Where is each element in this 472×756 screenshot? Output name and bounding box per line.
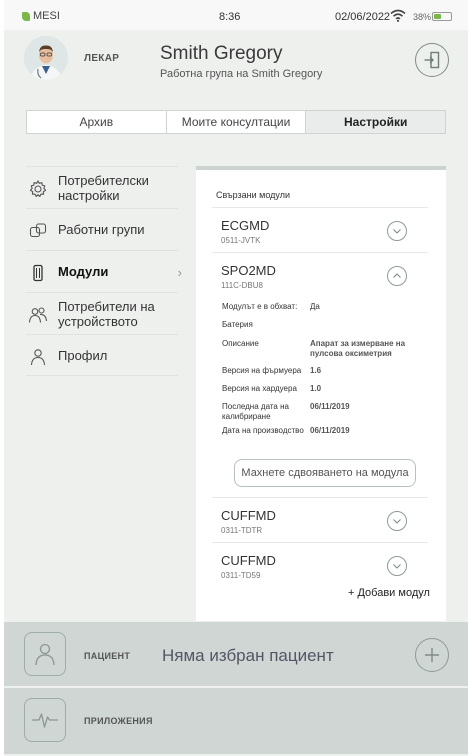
- menu-label-modules: Модули: [58, 264, 109, 279]
- module-name: CUFFMD: [221, 508, 276, 523]
- chevron-down-icon: [393, 229, 401, 234]
- module-id: 0311-TDTR: [221, 526, 263, 535]
- detail-key: Последна дата на калибриране: [222, 402, 289, 421]
- detail-value: 1.6: [310, 366, 322, 375]
- profile-icon: [30, 349, 46, 366]
- module-row[interactable]: CUFFMD 0311-TD59: [212, 542, 428, 578]
- menu-label-device-users: Потребители на устройството: [58, 298, 155, 329]
- add-patient-button[interactable]: [415, 638, 449, 672]
- patient-icon: [35, 643, 55, 666]
- module-name: SPO2MD: [221, 263, 276, 278]
- collapse-toggle-button[interactable]: [387, 266, 407, 286]
- detail-value: 06/11/2019: [310, 402, 350, 411]
- menu-item-work-groups[interactable]: Работни групи: [26, 208, 178, 250]
- logout-door-icon: [424, 51, 440, 69]
- detail-key: Описание: [222, 339, 259, 348]
- settings-menu: Потребителски настройки Работни групи Мо…: [26, 166, 182, 376]
- patient-label: ПАЦИЕНТ: [84, 651, 131, 661]
- avatar[interactable]: [24, 36, 68, 80]
- user-name: Smith Gregory: [160, 43, 283, 64]
- menu-item-profile[interactable]: Профил: [26, 334, 178, 376]
- menu-item-modules[interactable]: Модули ›: [26, 250, 182, 292]
- module-row[interactable]: ECGMD 0511-JVTK: [212, 207, 428, 251]
- status-time: 8:36: [219, 11, 241, 23]
- chevron-up-icon: [393, 273, 401, 278]
- module-icon: [33, 264, 43, 282]
- patient-avatar-button[interactable]: [24, 632, 66, 676]
- module-name: ECGMD: [221, 218, 270, 233]
- user-group: Работна група на Smith Gregory: [160, 68, 323, 80]
- detail-key: Дата на производство: [222, 426, 304, 435]
- module-name: CUFFMD: [221, 553, 276, 568]
- detail-value: 06/11/2019: [310, 426, 350, 435]
- module-id: 0311-TD59: [221, 571, 261, 578]
- chevron-down-icon: [393, 564, 401, 569]
- detail-value: Апарат за измерване на пулсова оксиметри…: [310, 339, 406, 358]
- brand: MESI: [22, 10, 60, 22]
- detail-key: Модулът е в обхват:: [222, 302, 298, 311]
- users-icon: [28, 307, 48, 323]
- doctor-avatar-icon: [24, 36, 68, 80]
- groups-icon: [29, 223, 47, 238]
- module-id: 111C-DBU8: [221, 281, 263, 290]
- main-tabs: Архив Моите консултации Настройки: [26, 110, 446, 134]
- no-patient-text: Няма избран пациент: [162, 646, 334, 665]
- tab-settings[interactable]: Настройки: [306, 111, 446, 133]
- battery-percent: 38%: [413, 12, 432, 22]
- status-date: 02/06/2022: [335, 11, 391, 23]
- chevron-down-icon: [393, 519, 401, 524]
- detail-key: Версия на хардуера: [222, 384, 297, 393]
- apps-label: ПРИЛОЖЕНИЯ: [84, 716, 153, 726]
- ecg-pulse-icon: [32, 713, 58, 728]
- menu-item-device-users[interactable]: Потребители на устройството: [26, 292, 178, 334]
- unpair-module-button[interactable]: Махнете сдвояването на модула: [234, 459, 416, 487]
- module-id: 0511-JVTK: [221, 236, 261, 245]
- menu-item-user-settings[interactable]: Потребителски настройки: [26, 166, 178, 208]
- expand-toggle-button[interactable]: [387, 511, 407, 531]
- panel-title: Свързани модули: [216, 190, 290, 200]
- menu-label-profile: Профил: [58, 347, 108, 363]
- detail-key: Батерия: [222, 320, 253, 329]
- plus-icon: [425, 648, 439, 662]
- detail-key: Версия на фърмуера: [222, 366, 302, 375]
- tab-archive[interactable]: Архив: [27, 111, 167, 133]
- app-frame: MESI 8:36 02/06/2022 38% ЛЕКАР Smith Gre…: [4, 0, 468, 756]
- apps-bar: ПРИЛОЖЕНИЯ: [4, 688, 468, 754]
- menu-label-work-groups: Работни групи: [58, 222, 145, 237]
- detail-value: Да: [310, 302, 320, 311]
- role-label: ЛЕКАР: [84, 53, 120, 64]
- tab-my-consultations[interactable]: Моите консултации: [167, 111, 307, 133]
- detail-value: 1.0: [310, 384, 322, 393]
- logout-button[interactable]: [415, 43, 449, 77]
- expand-toggle-button[interactable]: [387, 556, 407, 576]
- wifi-icon: [390, 9, 406, 22]
- brand-name: MESI: [33, 10, 60, 22]
- expand-toggle-button[interactable]: [387, 221, 407, 241]
- module-row[interactable]: CUFFMD 0311-TDTR: [212, 497, 428, 541]
- add-module-link[interactable]: + Добави модул: [348, 587, 430, 599]
- chevron-right-icon: ›: [177, 265, 182, 280]
- leaf-logo-icon: [22, 11, 30, 21]
- modules-panel: Свързани модули ECGMD 0511-JVTK SPO2MD 1…: [196, 166, 446, 621]
- status-bar: MESI 8:36 02/06/2022 38%: [4, 0, 468, 30]
- battery-icon: [432, 12, 452, 21]
- menu-label-user-settings: Потребителски настройки: [58, 172, 149, 203]
- apps-button[interactable]: [24, 698, 66, 742]
- patient-bar: ПАЦИЕНТ Няма избран пациент: [4, 622, 468, 686]
- gear-icon: [29, 180, 47, 198]
